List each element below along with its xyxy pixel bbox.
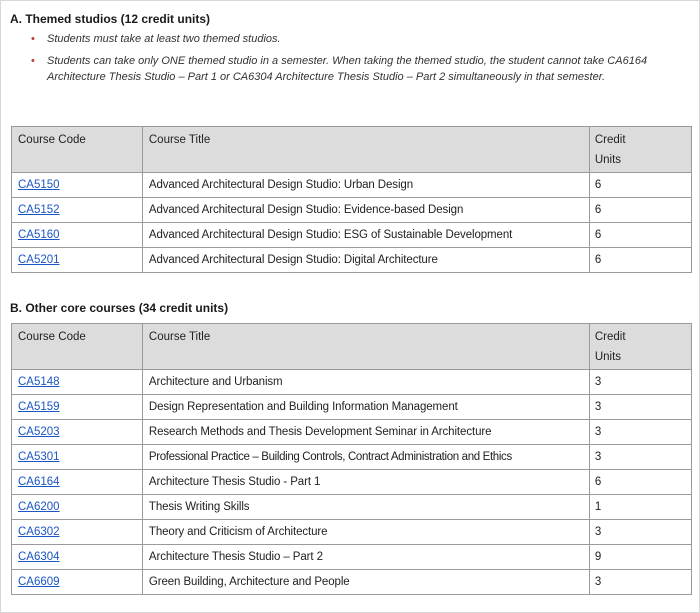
table-row: CA5160 Advanced Architectural Design Stu…	[11, 222, 693, 248]
course-link-ca6200[interactable]: CA6200	[18, 501, 60, 513]
table-row: CA6200 Thesis Writing Skills 1	[11, 494, 693, 520]
course-link-ca6164[interactable]: CA6164	[18, 476, 60, 488]
course-title: Advanced Architectural Design Studio: ES…	[141, 222, 590, 248]
course-link-ca5160[interactable]: CA5160	[18, 229, 60, 241]
course-title: Professional Practice – Building Control…	[141, 444, 590, 470]
header-credit-line1: Credit	[594, 134, 626, 146]
table-row: CA6164 Architecture Thesis Studio - Part…	[11, 469, 693, 495]
table-row: CA5201 Advanced Architectural Design Stu…	[11, 247, 693, 273]
header-credit-units: Credit Units	[588, 323, 693, 370]
table-row: CA5152 Advanced Architectural Design Stu…	[11, 197, 693, 223]
course-link-ca5301[interactable]: CA5301	[18, 451, 60, 463]
course-title: Advanced Architectural Design Studio: Di…	[141, 247, 590, 273]
course-title: Design Representation and Building Infor…	[141, 394, 590, 420]
header-course-title: Course Title	[141, 126, 590, 173]
table-row: CA6609 Green Building, Architecture and …	[11, 569, 693, 595]
table-row: CA5159 Design Representation and Buildin…	[11, 394, 693, 420]
section-b-heading: B. Other core courses (34 credit units)	[10, 301, 229, 315]
table-header-row: Course Code Course Title Credit Units	[11, 126, 693, 173]
course-title: Green Building, Architecture and People	[141, 569, 590, 595]
credit-units: 6	[588, 469, 693, 495]
course-link-ca5150[interactable]: CA5150	[18, 179, 60, 191]
table-row: CA6302 Theory and Criticism of Architect…	[11, 519, 693, 545]
course-code-cell: CA6609	[11, 569, 143, 595]
course-code-cell: CA6304	[11, 544, 143, 570]
header-course-title: Course Title	[141, 323, 590, 370]
header-credit-units: Credit Units	[588, 126, 693, 173]
course-link-ca5201[interactable]: CA5201	[18, 254, 60, 266]
credit-units: 3	[588, 569, 693, 595]
bullet-icon: •	[31, 55, 35, 67]
credit-units: 3	[588, 444, 693, 470]
course-code-cell: CA5159	[11, 394, 143, 420]
credit-units: 6	[588, 172, 693, 198]
credit-units: 6	[588, 197, 693, 223]
section-a-notes: • Students must take at least two themed …	[23, 31, 695, 91]
course-title: Advanced Architectural Design Studio: Ev…	[141, 197, 590, 223]
table-row: CA5301 Professional Practice – Building …	[11, 444, 693, 470]
credit-units: 3	[588, 394, 693, 420]
header-credit-line2: Units	[594, 351, 622, 363]
course-link-ca6302[interactable]: CA6302	[18, 526, 60, 538]
course-code-cell: CA6164	[11, 469, 143, 495]
header-course-code: Course Code	[11, 323, 143, 370]
course-link-ca6609[interactable]: CA6609	[18, 576, 60, 588]
course-title: Thesis Writing Skills	[141, 494, 590, 520]
credit-units: 1	[588, 494, 693, 520]
course-title: Architecture Thesis Studio – Part 2	[141, 544, 590, 570]
note-text: Students can take only ONE themed studio…	[47, 55, 648, 83]
course-link-ca5148[interactable]: CA5148	[18, 376, 60, 388]
course-link-ca5152[interactable]: CA5152	[18, 204, 60, 216]
table-header-row: Course Code Course Title Credit Units	[11, 323, 693, 370]
course-title: Architecture Thesis Studio - Part 1	[141, 469, 590, 495]
credit-units: 3	[588, 519, 693, 545]
course-title: Advanced Architectural Design Studio: Ur…	[141, 172, 590, 198]
credit-units: 9	[588, 544, 693, 570]
core-courses-table: Course Code Course Title Credit Units CA5…	[11, 323, 693, 595]
course-code-cell: CA6302	[11, 519, 143, 545]
table-row: CA6304 Architecture Thesis Studio – Part…	[11, 544, 693, 570]
note-item: • Students can take only ONE themed studi…	[23, 53, 695, 85]
table-row: CA5203 Research Methods and Thesis Devel…	[11, 419, 693, 445]
credit-units: 3	[588, 369, 693, 395]
page: A. Themed studios (12 credit units) • Stu…	[0, 0, 700, 613]
bullet-icon: •	[31, 33, 35, 45]
credit-units: 6	[588, 247, 693, 273]
course-title: Theory and Criticism of Architecture	[141, 519, 590, 545]
credit-units: 3	[588, 419, 693, 445]
note-text: Students must take at least two themed s…	[47, 33, 281, 45]
header-credit-line1: Credit	[594, 331, 626, 343]
course-link-ca5203[interactable]: CA5203	[18, 426, 60, 438]
course-link-ca6304[interactable]: CA6304	[18, 551, 60, 563]
header-course-code: Course Code	[11, 126, 143, 173]
course-code-cell: CA5148	[11, 369, 143, 395]
themed-studios-table: Course Code Course Title Credit Units CA5…	[11, 126, 693, 273]
course-code-cell: CA5203	[11, 419, 143, 445]
course-code-cell: CA5160	[11, 222, 143, 248]
credit-units: 6	[588, 222, 693, 248]
table-row: CA5150 Advanced Architectural Design Stu…	[11, 172, 693, 198]
course-code-cell: CA5150	[11, 172, 143, 198]
course-link-ca5159[interactable]: CA5159	[18, 401, 60, 413]
course-code-cell: CA5152	[11, 197, 143, 223]
course-code-cell: CA5201	[11, 247, 143, 273]
section-a-heading: A. Themed studios (12 credit units)	[10, 12, 211, 26]
course-code-cell: CA6200	[11, 494, 143, 520]
note-item: • Students must take at least two themed …	[23, 31, 695, 47]
course-code-cell: CA5301	[11, 444, 143, 470]
course-title: Architecture and Urbanism	[141, 369, 590, 395]
table-row: CA5148 Architecture and Urbanism 3	[11, 369, 693, 395]
course-title: Research Methods and Thesis Development …	[141, 419, 590, 445]
header-credit-line2: Units	[594, 154, 622, 166]
